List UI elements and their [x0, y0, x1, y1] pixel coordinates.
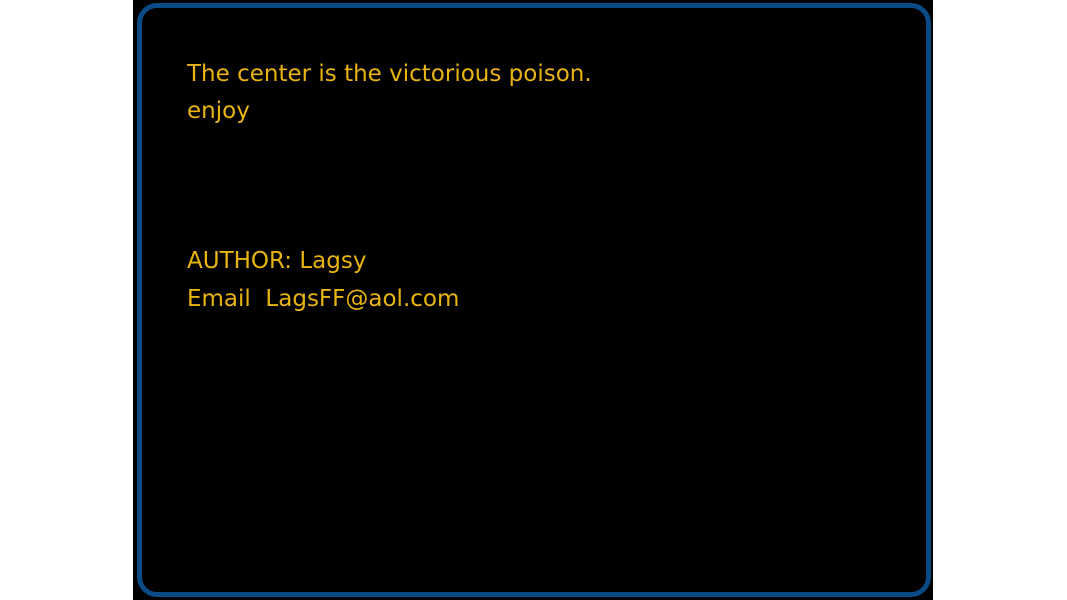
message-line-2: enjoy	[187, 98, 250, 124]
message-line-1: The center is the victorious poison.	[187, 61, 592, 87]
game-screen: The center is the victorious poison. enj…	[133, 0, 933, 600]
author-email: Email LagsFF@aol.com	[187, 286, 460, 312]
message-panel: The center is the victorious poison. enj…	[137, 3, 931, 597]
author-credit: AUTHOR: Lagsy	[187, 248, 367, 274]
